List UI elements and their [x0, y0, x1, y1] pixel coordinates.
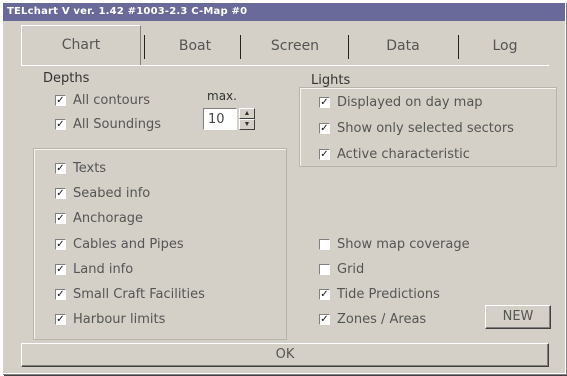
checkbox-box: [319, 314, 330, 325]
option-label: Texts: [73, 161, 107, 176]
new-button[interactable]: NEW: [485, 305, 551, 329]
all-soundings-checkbox[interactable]: All Soundings: [55, 117, 161, 132]
small-craft-facilities-checkbox[interactable]: Small Craft Facilities: [55, 287, 205, 302]
checkbox-box: [319, 264, 330, 275]
lights-selected-sectors-checkbox[interactable]: Show only selected sectors: [319, 121, 514, 136]
checkbox-box: [55, 119, 66, 130]
spin-down-icon[interactable]: ▼: [239, 119, 255, 130]
tab-data[interactable]: Data: [351, 29, 455, 63]
depths-heading: Depths: [43, 71, 90, 86]
option-label: Cables and Pipes: [73, 237, 184, 252]
checkbox-box: [55, 213, 66, 224]
tab-boat[interactable]: Boat: [149, 29, 241, 63]
checkbox-box: [55, 239, 66, 250]
zones-areas-checkbox[interactable]: Zones / Areas: [319, 312, 426, 327]
land-info-checkbox[interactable]: Land info: [55, 262, 133, 277]
lights-day-map-checkbox[interactable]: Displayed on day map: [319, 95, 483, 110]
max-depth-input[interactable]: 10: [203, 108, 237, 130]
tab-separator: [144, 35, 145, 59]
tab-separator: [348, 35, 349, 59]
option-label: Anchorage: [73, 211, 144, 226]
max-depth-spinner: ▲ ▼: [239, 108, 255, 130]
option-label: Grid: [337, 262, 365, 277]
ok-button[interactable]: OK: [21, 343, 549, 367]
tab-chart[interactable]: Chart: [21, 25, 141, 66]
checkbox-box: [55, 95, 66, 106]
checkbox-box: [319, 97, 330, 108]
harbour-limits-checkbox[interactable]: Harbour limits: [55, 312, 165, 327]
lights-heading: Lights: [311, 73, 351, 88]
checkbox-box: [55, 314, 66, 325]
checkbox-box: [319, 289, 330, 300]
window-title: TELchart V ver. 1.42 #1003-2.3 C-Map #0: [3, 3, 565, 21]
option-label: Seabed info: [73, 186, 151, 201]
tab-baseline: [21, 65, 549, 66]
show-map-coverage-checkbox[interactable]: Show map coverage: [319, 237, 470, 252]
grid-checkbox[interactable]: Grid: [319, 262, 364, 277]
anchorage-checkbox[interactable]: Anchorage: [55, 211, 143, 226]
checkbox-box: [319, 149, 330, 160]
max-label: max.: [207, 89, 237, 103]
option-label: Land info: [73, 262, 134, 277]
option-label: Tide Predictions: [337, 287, 440, 302]
checkbox-box: [55, 289, 66, 300]
tab-log[interactable]: Log: [461, 29, 549, 63]
tab-screen[interactable]: Screen: [243, 29, 347, 63]
lights-item-label: Displayed on day map: [337, 95, 483, 110]
texts-checkbox[interactable]: Texts: [55, 161, 106, 176]
options-dialog: TELchart V ver. 1.42 #1003-2.3 C-Map #0 …: [2, 2, 566, 374]
lights-item-label: Active characteristic: [337, 147, 470, 162]
all-contours-checkbox[interactable]: All contours: [55, 93, 150, 108]
all-contours-label: All contours: [73, 93, 150, 108]
tide-predictions-checkbox[interactable]: Tide Predictions: [319, 287, 440, 302]
tab-separator: [240, 35, 241, 59]
spin-up-icon[interactable]: ▲: [239, 108, 255, 119]
seabed-info-checkbox[interactable]: Seabed info: [55, 186, 150, 201]
option-label: Show map coverage: [337, 237, 470, 252]
option-label: Harbour limits: [73, 312, 166, 327]
option-label: Small Craft Facilities: [73, 287, 205, 302]
cables-pipes-checkbox[interactable]: Cables and Pipes: [55, 237, 184, 252]
tab-bar: Chart Boat Screen Data Log: [21, 23, 549, 69]
lights-item-label: Show only selected sectors: [337, 121, 514, 136]
option-label: Zones / Areas: [337, 312, 427, 327]
tab-separator: [458, 35, 459, 59]
checkbox-box: [55, 264, 66, 275]
checkbox-box: [55, 163, 66, 174]
all-soundings-label: All Soundings: [73, 117, 162, 132]
lights-active-characteristic-checkbox[interactable]: Active characteristic: [319, 147, 470, 162]
checkbox-box: [319, 239, 330, 250]
checkbox-box: [319, 123, 330, 134]
checkbox-box: [55, 188, 66, 199]
